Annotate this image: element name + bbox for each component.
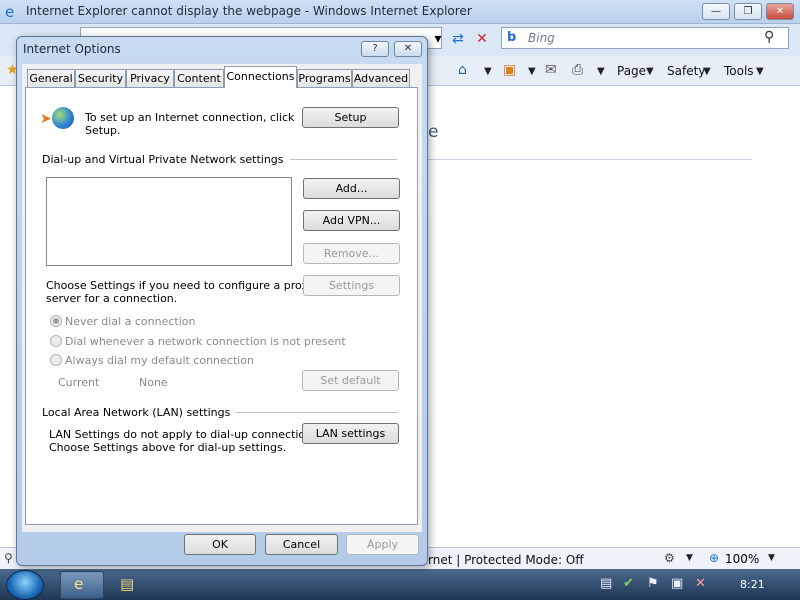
tab-privacy[interactable]: Privacy [126, 69, 174, 88]
tray-volume-muted-icon[interactable]: ✕ [695, 576, 706, 591]
tab-advanced[interactable]: Advanced [352, 69, 410, 88]
security-dropdown-icon[interactable]: ▼ [686, 553, 693, 563]
taskbar-clock[interactable]: 8:21 [740, 578, 765, 591]
internet-globe-icon [52, 107, 74, 129]
add-button[interactable]: Add... [303, 178, 400, 199]
set-default-button[interactable]: Set default [302, 370, 399, 391]
current-label: Current [58, 376, 100, 389]
cancel-button[interactable]: Cancel [265, 534, 338, 555]
dialup-section-label: Dial-up and Virtual Private Network sett… [42, 153, 290, 166]
minimize-button[interactable]: — [702, 3, 730, 20]
apply-button[interactable]: Apply [346, 534, 419, 555]
print-dropdown-icon[interactable]: ▼ [597, 66, 605, 77]
ie-logo-icon: e [5, 3, 15, 21]
feeds-icon[interactable]: ▣ [503, 62, 516, 78]
remove-button[interactable]: Remove... [303, 243, 400, 264]
connections-listbox[interactable] [46, 177, 292, 266]
home-dropdown-icon[interactable]: ▼ [484, 66, 492, 77]
ok-button[interactable]: OK [184, 534, 256, 555]
radio-always-dial-label: Always dial my default connection [65, 354, 254, 367]
search-icon[interactable]: ⚲ [764, 29, 774, 45]
print-icon[interactable]: ⎙ [572, 62, 583, 78]
setup-arrow-icon: ➤ [40, 111, 52, 127]
mail-icon[interactable]: ✉ [545, 62, 557, 78]
close-window-button[interactable]: ✕ [766, 3, 794, 20]
tray-security-icon[interactable]: ✔ [623, 576, 634, 591]
setup-button[interactable]: Setup [302, 107, 399, 128]
stop-icon[interactable]: ✕ [472, 29, 492, 49]
radio-never-dial-label: Never dial a connection [65, 315, 196, 328]
dialog-title: Internet Options [23, 42, 121, 56]
zoom-level[interactable]: 100% [725, 552, 759, 566]
tools-menu-dropdown-icon[interactable]: ▼ [756, 66, 764, 77]
ie-taskbar-icon: e [74, 575, 84, 593]
dialog-close-button[interactable]: ✕ [394, 41, 422, 57]
tab-content[interactable]: Content [174, 69, 224, 88]
address-dropdown-icon[interactable]: ▾ [428, 29, 448, 49]
tab-security[interactable]: Security [75, 69, 126, 88]
radio-never-dial[interactable] [50, 315, 62, 327]
start-button[interactable] [6, 570, 44, 600]
feeds-dropdown-icon[interactable]: ▼ [528, 66, 536, 77]
help-button[interactable]: ? [361, 41, 389, 57]
tray-flag-icon[interactable]: ⚑ [647, 576, 659, 591]
settings-button[interactable]: Settings [303, 275, 400, 296]
add-vpn-button[interactable]: Add VPN... [303, 210, 400, 231]
bing-logo: b [507, 30, 517, 45]
lan-text-line1: LAN Settings do not apply to dial-up con… [49, 428, 322, 441]
tab-programs[interactable]: Programs [297, 69, 352, 88]
page-menu-dropdown-icon[interactable]: ▼ [646, 66, 654, 77]
status-search-icon: ⚲ [4, 551, 13, 565]
radio-always-dial[interactable] [50, 354, 62, 366]
safety-menu-dropdown-icon[interactable]: ▼ [703, 66, 711, 77]
explorer-folder-icon[interactable]: ▤ [120, 575, 134, 593]
security-icon[interactable]: ⚙ [664, 551, 675, 565]
zoom-icon[interactable]: ⊕ [709, 551, 719, 565]
safety-menu[interactable]: Safety [667, 64, 705, 78]
tools-menu[interactable]: Tools [724, 64, 754, 78]
tab-general[interactable]: General [27, 69, 75, 88]
tab-connections[interactable]: Connections [224, 66, 297, 88]
lan-text-line2: Choose Settings above for dial-up settin… [49, 441, 287, 454]
home-icon[interactable]: ⌂ [458, 62, 467, 78]
tray-network-icon[interactable]: ▣ [671, 576, 683, 591]
radio-dial-when-no-network[interactable] [50, 335, 62, 347]
status-zone-text: rnet | Protected Mode: Off [428, 553, 584, 567]
current-value: None [139, 376, 168, 389]
zoom-dropdown-icon[interactable]: ▼ [768, 553, 775, 563]
lan-settings-button[interactable]: LAN settings [302, 423, 399, 444]
tray-document-icon[interactable]: ▤ [600, 576, 612, 591]
search-placeholder: Bing [528, 31, 555, 45]
maximize-button[interactable]: ❐ [734, 3, 762, 20]
setup-text-line2: Setup. [85, 124, 121, 137]
radio-dial-when-no-network-label: Dial whenever a network connection is no… [65, 335, 346, 348]
page-menu[interactable]: Page [617, 64, 646, 78]
proxy-text-line2: server for a connection. [46, 292, 178, 305]
page-heading-fragment: e [428, 122, 439, 142]
refresh-icon[interactable]: ⇄ [448, 29, 468, 49]
proxy-text-line1: Choose Settings if you need to configure… [46, 279, 315, 292]
page-divider [428, 159, 752, 160]
browser-title: Internet Explorer cannot display the web… [26, 4, 472, 18]
lan-section-label: Local Area Network (LAN) settings [42, 406, 237, 419]
setup-text-line1: To set up an Internet connection, click [85, 111, 295, 124]
